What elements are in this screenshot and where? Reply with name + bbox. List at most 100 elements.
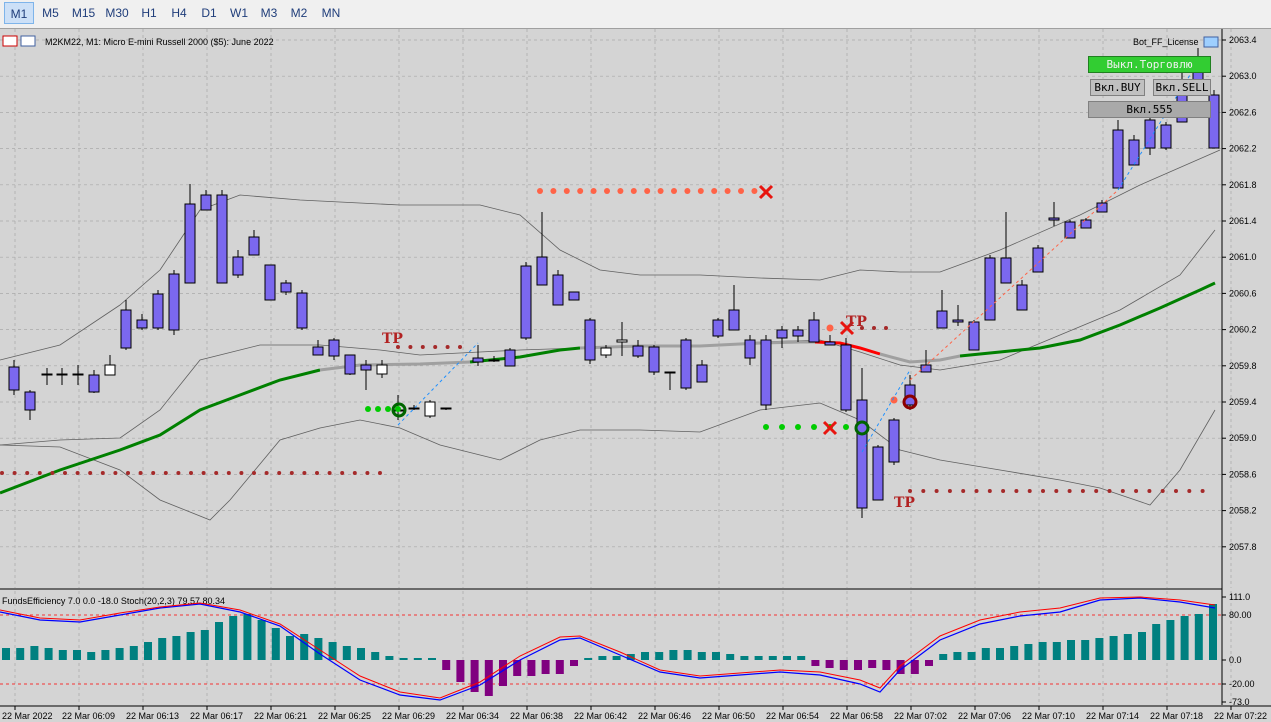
histogram-bar [882, 660, 891, 670]
histogram-bar [58, 650, 67, 660]
histogram-bar [172, 636, 181, 660]
time-tick: 22 Mar 06:09 [62, 711, 115, 721]
indicator-tick: 111.0 [1229, 592, 1250, 602]
candle [424, 401, 436, 417]
histogram-bar [541, 660, 550, 674]
histogram-bar [1209, 604, 1217, 660]
timeframe-mn[interactable]: MN [314, 2, 348, 24]
time-tick: 22 Mar 06:54 [766, 711, 819, 721]
candle [216, 194, 228, 284]
histogram-bar [385, 656, 394, 660]
candle [1160, 124, 1172, 149]
histogram-bar [399, 658, 408, 660]
indicator-tick: -20.00 [1229, 679, 1255, 689]
timeframe-w1[interactable]: W1 [224, 2, 254, 24]
candle [104, 364, 116, 376]
candle [312, 346, 324, 356]
candle [41, 373, 53, 376]
time-tick: 22 Mar 06:50 [702, 711, 755, 721]
candle [504, 349, 516, 367]
histogram-bar [442, 660, 451, 670]
histogram-bar [683, 650, 692, 660]
price-tick: 2059.8 [1229, 361, 1257, 371]
histogram-bar [342, 646, 351, 660]
candle [568, 291, 580, 301]
histogram-bar [953, 652, 962, 660]
candle [664, 371, 676, 374]
histogram-bar [555, 660, 564, 674]
candle [616, 339, 628, 343]
histogram-bar [570, 660, 578, 666]
candle [536, 256, 548, 286]
timeframe-m30[interactable]: M30 [100, 2, 134, 24]
time-tick: 22 Mar 07:06 [958, 711, 1011, 721]
candle [552, 274, 564, 306]
histogram-bar [286, 636, 294, 660]
chart-canvas[interactable]: TP TP TP M2KM22, M1: Micro E-mini Russell 2… [0, 29, 1271, 722]
histogram-bar [854, 660, 862, 670]
histogram-bar [768, 656, 777, 660]
histogram-bar [257, 620, 266, 660]
histogram-bar [144, 642, 152, 660]
histogram-bar [243, 614, 252, 660]
price-tick: 2057.8 [1229, 542, 1257, 552]
histogram-bar [967, 652, 976, 660]
timeframe-m3[interactable]: M3 [254, 2, 284, 24]
price-tick: 2061.8 [1229, 180, 1257, 190]
indicator-tick: 80.00 [1229, 610, 1252, 620]
histogram-bar [697, 652, 706, 660]
candle [600, 347, 612, 356]
histogram-bar [215, 622, 223, 660]
candle [632, 345, 644, 357]
candle [648, 346, 660, 373]
histogram-bar [797, 656, 806, 660]
candle [168, 273, 180, 331]
histogram-bar [1138, 632, 1146, 660]
histogram-bar [1024, 644, 1033, 660]
candle [152, 293, 164, 329]
timeframe-d1[interactable]: D1 [194, 2, 224, 24]
candle [24, 391, 36, 411]
histogram-bar [101, 650, 110, 660]
histogram-bar [868, 660, 877, 668]
timeframe-h4[interactable]: H4 [164, 2, 194, 24]
price-tick: 2060.2 [1229, 325, 1257, 335]
histogram-bar [115, 648, 124, 660]
chart-menu-icon[interactable] [2, 35, 18, 47]
ea-hat-icon [1203, 36, 1219, 48]
candle [936, 310, 948, 329]
x555-toggle-button[interactable]: Вкл.555 [1088, 101, 1211, 118]
candle [1112, 129, 1124, 189]
histogram-bar [229, 616, 238, 660]
candle [1080, 219, 1092, 229]
candle [744, 339, 756, 359]
timeframe-h1[interactable]: H1 [134, 2, 164, 24]
candle [1048, 217, 1060, 221]
candle [488, 359, 500, 362]
candle [1016, 284, 1028, 311]
time-tick: 22 Mar 07:22 [1214, 711, 1267, 721]
timeframe-m1[interactable]: M1 [4, 2, 34, 24]
histogram-bar [1067, 640, 1075, 660]
timeframe-m5[interactable]: M5 [34, 2, 67, 24]
price-tick: 2061.0 [1229, 252, 1257, 262]
chart-window-icon[interactable] [20, 35, 36, 47]
histogram-bar [669, 650, 678, 660]
buy-toggle-button[interactable]: Вкл.BUY [1090, 79, 1145, 96]
candle [184, 203, 196, 284]
histogram-bar [73, 650, 81, 660]
sell-toggle-button[interactable]: Вкл.SELL [1153, 79, 1211, 96]
trading-toggle-button[interactable]: Выкл.Торговлю [1088, 56, 1211, 73]
histogram-bar [200, 630, 209, 660]
candle [120, 309, 132, 349]
time-tick: 22 Mar 06:21 [254, 711, 307, 721]
timeframe-m2[interactable]: M2 [284, 2, 314, 24]
timeframe-m15[interactable]: M15 [67, 2, 100, 24]
histogram-bar [2, 648, 10, 660]
candle [760, 339, 772, 406]
histogram-bar [1109, 636, 1118, 660]
histogram-bar [30, 646, 39, 660]
candle [280, 282, 292, 293]
candle [296, 292, 308, 329]
histogram-bar [1152, 624, 1161, 660]
